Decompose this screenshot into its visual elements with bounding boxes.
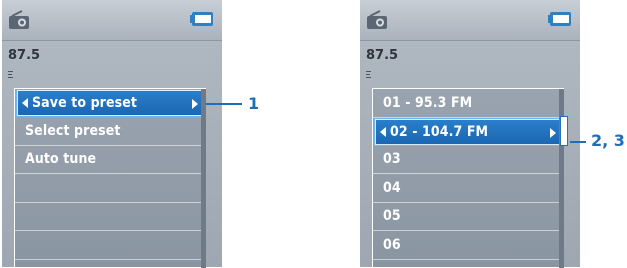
frequency-display: 87.5 [366,48,399,63]
menu-item-save-to-preset[interactable]: Save to preset [17,90,203,116]
preset-item[interactable]: 05 [373,203,563,231]
menu-item-label: Save to preset [32,95,138,111]
preset-label: 06 [383,236,401,253]
menu-item-select-preset[interactable]: Select preset [15,117,205,146]
options-menu: Save to preset Select preset Auto tune [14,88,206,268]
preset-item[interactable]: 01 - 95.3 FM [373,89,563,118]
preset-item[interactable]: 04 [373,174,563,203]
menu-item-empty [15,203,205,231]
device-screen-right: 87.5 01 - 95.3 FM 02 - 104.7 FM 03 04 05… [360,0,580,268]
callout-line [570,141,586,143]
device-screen-left: 87.5 Save to preset Select preset Auto t… [2,0,222,268]
preset-list: 01 - 95.3 FM 02 - 104.7 FM 03 04 05 06 [372,88,568,268]
preset-label: 03 [383,151,401,168]
arrow-right-icon [550,127,556,138]
scrollbar[interactable] [201,89,206,268]
preset-item-selected[interactable]: 02 - 104.7 FM [375,118,561,145]
preset-label: 05 [383,208,401,225]
arrow-right-icon [192,99,198,109]
callout-line [206,103,242,105]
arrow-left-icon [380,126,386,137]
battery-icon [190,12,213,26]
status-bar [2,0,222,41]
battery-icon [548,12,571,26]
frequency-display: 87.5 [8,48,41,63]
callout-label: 1 [248,94,260,113]
menu-item-label: Auto tune [25,151,97,168]
signal-icon [366,71,371,78]
preset-label: 04 [383,179,401,196]
menu-item-empty [15,174,205,203]
arrow-left-icon [22,98,28,108]
preset-item[interactable]: 03 [373,146,563,174]
preset-label: 02 - 104.7 FM [390,123,489,140]
callout-label: 2, 3 [591,131,625,150]
status-bar [360,0,580,41]
menu-item-auto-tune[interactable]: Auto tune [15,146,205,174]
radio-icon [9,10,29,29]
preset-label: 01 - 95.3 FM [383,94,473,111]
preset-item[interactable]: 06 [373,231,563,260]
radio-icon [367,10,387,29]
menu-item-label: Select preset [25,122,121,139]
scrollbar-thumb[interactable] [560,116,568,146]
signal-icon [8,71,13,78]
scrollbar[interactable] [559,89,568,268]
menu-item-empty [15,231,205,260]
